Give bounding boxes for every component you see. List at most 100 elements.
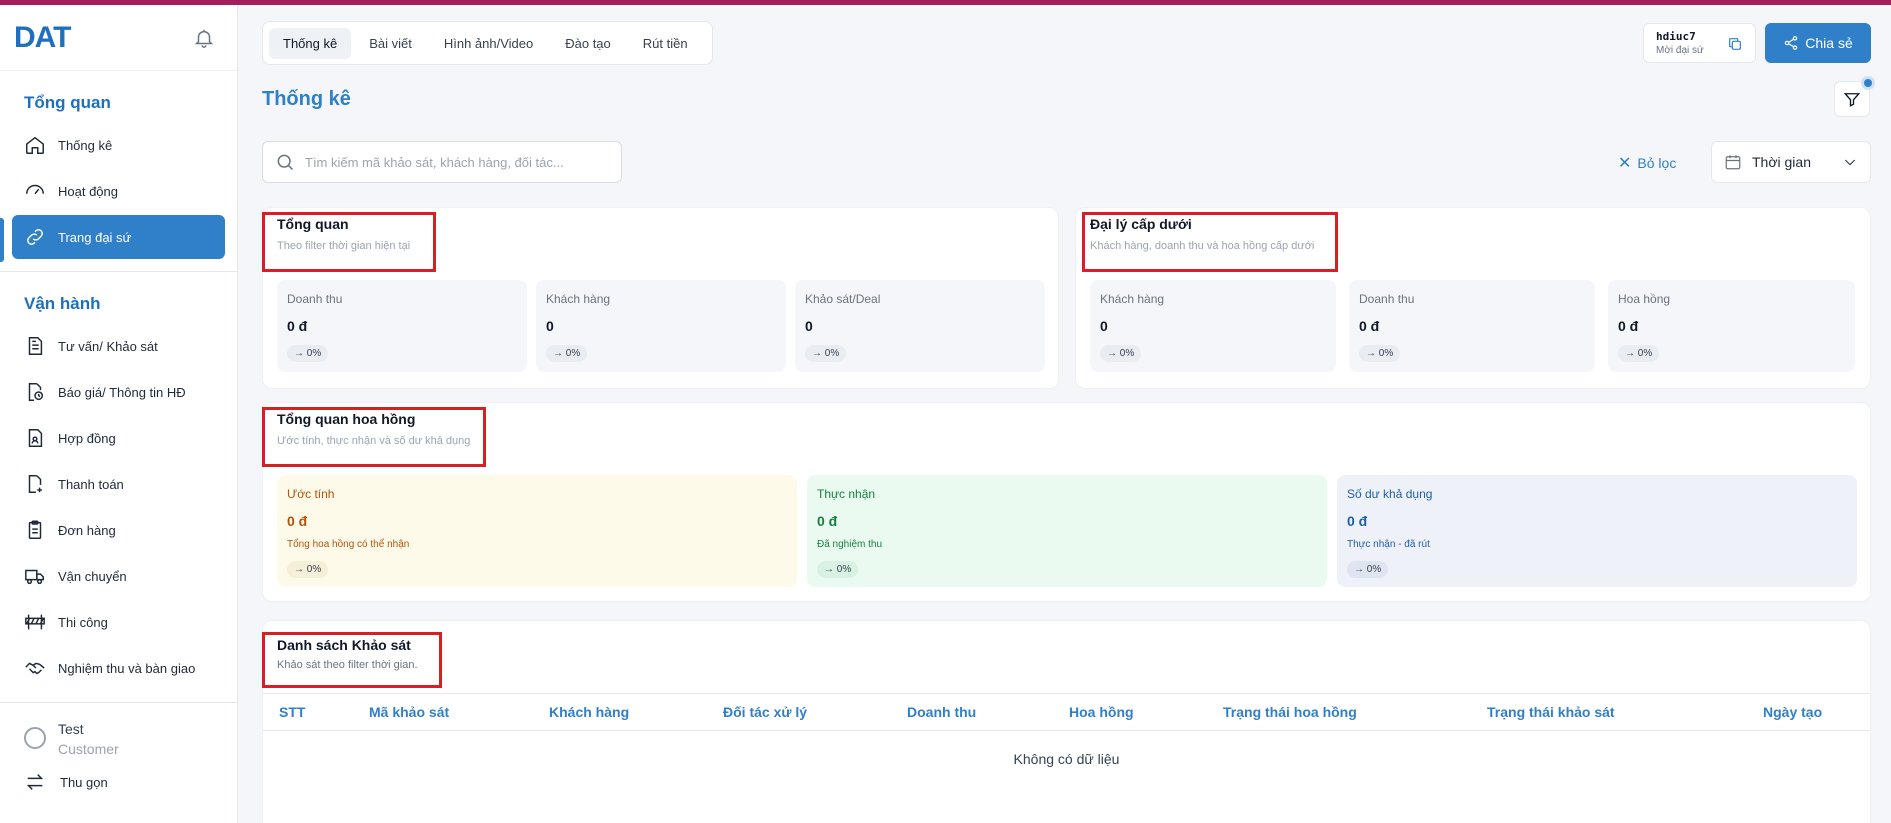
stat-label: Khách hàng [1100,292,1165,306]
sidebar-item-label: Thanh toán [58,476,124,492]
stat-agent-commission: Hoa hồng 0 đ → 0% [1608,280,1855,372]
main-content: Thống kê Bài viết Hình ảnh/Video Đào tạo… [238,5,1891,823]
stat-surveys: Khảo sát/Deal 0 → 0% [795,280,1045,372]
column-header[interactable]: Doanh thu [907,704,976,720]
calendar-icon [1725,155,1741,170]
sidebar-item-label: Vận chuyển [58,568,127,584]
home-icon [26,136,44,154]
sidebar-item-thi-cong[interactable]: Thi công [12,600,225,644]
swap-arrows-icon [26,774,44,790]
share-icon [1784,36,1798,50]
user-role: Customer [58,741,119,757]
sidebar-item-label: Báo giá/ Thông tin HĐ [58,384,186,400]
highlight-box [262,632,442,688]
page-title: Thống kê [262,88,351,110]
stat-received: Thực nhận 0 đ Đã nghiệm thu → 0% [807,475,1327,587]
search-icon [277,154,294,171]
highlight-box [1082,212,1338,272]
tab-thong-ke[interactable]: Thống kê [269,27,352,59]
stat-agent-revenue: Doanh thu 0 đ → 0% [1349,280,1595,372]
copy-icon[interactable] [1727,36,1743,52]
filter-icon [1843,93,1861,107]
stat-note: Thực nhận - đã rút [1347,539,1430,550]
sidebar-item-tu-van[interactable]: Tư vấn/ Khảo sát [12,324,225,368]
column-header[interactable]: Đối tác xử lý [723,704,807,720]
document-icon [28,337,43,355]
stat-value: 0 đ [287,318,308,334]
sidebar-item-thanh-toan[interactable]: Thanh toán [12,462,225,506]
stat-label: Khảo sát/Deal [805,292,881,306]
time-select[interactable]: Thời gian [1711,141,1871,183]
sidebar-item-label: Tư vấn/ Khảo sát [58,338,158,354]
stat-revenue: Doanh thu 0 đ → 0% [277,280,527,372]
truck-icon [25,569,44,585]
stat-label: Doanh thu [287,292,343,306]
user-profile[interactable]: Test Customer [0,703,237,759]
stat-estimated: Ước tính 0 đ Tổng hoa hồng có thể nhận →… [277,475,797,587]
tab-dao-tao[interactable]: Đào tạo [551,28,625,59]
stat-change: → 0% [1618,345,1660,362]
search-input[interactable] [305,154,605,170]
sidebar-item-don-hang[interactable]: Đơn hàng [12,508,225,552]
highlight-box [262,212,436,272]
sidebar-item-trang-dai-su[interactable]: Trang đại sứ [12,215,225,259]
stat-label: Số dư khả dụng [1347,487,1433,501]
column-header[interactable]: STT [279,704,305,720]
stat-label: Doanh thu [1359,292,1415,306]
sidebar-item-label: Hợp đồng [58,430,116,446]
logo-row: DAT [0,5,237,71]
sidebar-item-hop-dong[interactable]: Hợp đồng [12,416,225,460]
stat-value: 0 đ [1347,513,1368,529]
stat-change: → 0% [805,345,847,362]
gauge-icon [26,184,44,195]
column-header[interactable]: Mã khảo sát [369,704,449,720]
column-header[interactable]: Hoa hồng [1069,704,1134,720]
table-header: STT Mã khảo sát Khách hàng Đối tác xử lý… [263,693,1870,731]
empty-state-text: Không có dữ liệu [1013,751,1120,767]
collapse-button[interactable]: Thu gọn [0,759,237,793]
sidebar-item-label: Thống kê [58,137,113,153]
stat-change: → 0% [287,561,329,578]
bell-icon[interactable] [193,27,215,49]
sidebar-item-hoat-dong[interactable]: Hoạt động [12,169,225,213]
active-indicator [0,218,4,262]
sidebar-item-nghiem-thu[interactable]: Nghiệm thu và bàn giao [12,646,225,690]
column-header[interactable]: Trạng thái khảo sát [1487,704,1615,720]
survey-table: STT Mã khảo sát Khách hàng Đối tác xử lý… [263,693,1870,767]
collapse-label: Thu gọn [60,774,108,790]
tab-bai-viet[interactable]: Bài viết [355,28,426,59]
tab-rut-tien[interactable]: Rút tiền [629,28,702,59]
file-plus-icon [28,475,42,493]
sidebar-item-label: Thi công [58,614,108,630]
sidebar-item-label: Hoạt động [58,183,118,199]
clipboard-icon [28,520,42,539]
stat-value: 0 đ [817,513,838,529]
user-name: Test [58,721,84,737]
sidebar-item-van-chuyen[interactable]: Vận chuyển [12,554,225,598]
app-logo[interactable]: DAT [14,21,71,55]
stat-label: Thực nhận [817,487,876,501]
avatar [24,727,46,749]
clear-filter-label: Bỏ lọc [1637,155,1677,171]
stat-note: Tổng hoa hồng có thể nhận [287,539,410,550]
clear-filter-button[interactable]: ✕ Bỏ lọc [1618,153,1676,173]
chevron-down-icon [1844,159,1856,166]
stat-label: Hoa hồng [1618,292,1671,306]
contract-icon [28,429,43,447]
tab-hinh-anh-video[interactable]: Hình ảnh/Video [430,28,547,59]
sidebar-item-bao-gia[interactable]: Báo giá/ Thông tin HĐ [12,370,225,414]
stat-change: → 0% [817,561,859,578]
file-clock-icon [28,383,44,401]
stat-change: → 0% [546,345,588,362]
column-header[interactable]: Trạng thái hoa hồng [1223,704,1357,720]
survey-list-card: Danh sách Khảo sát Khảo sát theo filter … [262,620,1871,823]
column-header[interactable]: Khách hàng [549,704,629,720]
stat-agent-customers: Khách hàng 0 → 0% [1090,280,1336,372]
stat-value: 0 [805,318,813,334]
stat-note: Đã nghiệm thu [817,539,883,550]
share-button[interactable]: Chia sẻ [1765,23,1871,63]
sidebar-item-thong-ke[interactable]: Thống kê [12,123,225,167]
stat-change: → 0% [287,345,329,362]
tab-bar: Thống kê Bài viết Hình ảnh/Video Đào tạo… [262,21,713,65]
column-header[interactable]: Ngày tạo [1763,704,1822,720]
